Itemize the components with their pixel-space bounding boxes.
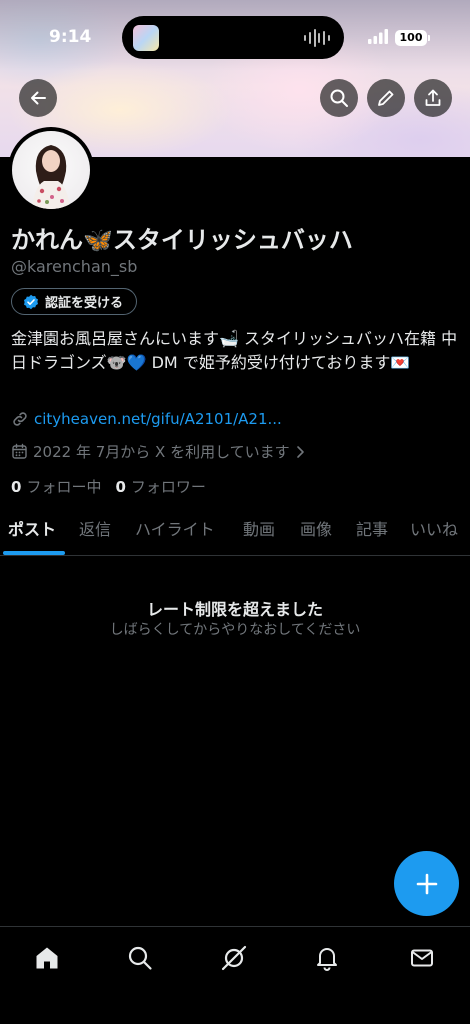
grok-icon — [221, 945, 247, 971]
rate-limit-subtitle: しばらくしてからやりなおしてください — [109, 622, 361, 638]
display-name: かれん🦋スタイリッシュバッハ — [11, 226, 353, 254]
profile-bio: 金津園お風呂屋さんにいます🛁 スタイリッシュバッハ在籍 中日ドラゴンズ🐨💙 DM… — [11, 329, 458, 372]
following-label: フォロー中 — [26, 478, 102, 496]
following-link[interactable]: 0 フォロー中 — [11, 476, 101, 497]
bottom-navigation — [0, 926, 470, 1024]
get-verified-label: 認証を受ける — [45, 296, 124, 311]
status-bar: 9:14 100 — [0, 0, 470, 76]
joined-label: 2022 年 7月から X を利用しています — [33, 443, 290, 461]
status-time: 9:14 — [49, 27, 92, 47]
follow-stats: 0 フォロー中 0 フォロワー — [11, 476, 206, 497]
nav-home[interactable] — [33, 944, 61, 972]
followers-label: フォロワー — [130, 478, 206, 496]
home-icon — [36, 947, 58, 969]
joined-date[interactable]: 2022 年 7月から X を利用しています — [11, 441, 305, 462]
website-link[interactable]: cityheaven.net/gifu/A2101/A21... — [11, 410, 282, 428]
pencil-icon — [378, 90, 394, 106]
bell-icon — [317, 948, 337, 971]
rate-limit-title: レート制限を超えました — [146, 600, 323, 619]
share-icon — [425, 89, 441, 106]
followers-link[interactable]: 0 フォロワー — [115, 476, 205, 497]
tab-media[interactable]: 画像 — [300, 508, 332, 555]
calendar-icon — [12, 443, 27, 459]
search-icon — [128, 946, 152, 970]
website-url[interactable]: cityheaven.net/gifu/A2101/A21... — [34, 410, 282, 428]
dynamic-island — [122, 16, 344, 59]
tab-articles[interactable]: 記事 — [356, 508, 388, 555]
link-icon — [13, 412, 27, 426]
nav-grok[interactable] — [220, 944, 248, 972]
audio-wave-icon — [304, 29, 330, 47]
active-tab-indicator — [3, 551, 65, 555]
get-verified-button[interactable]: 認証を受ける — [11, 288, 138, 315]
mail-icon — [411, 949, 433, 967]
avatar-figure — [32, 145, 70, 209]
avatar-image — [12, 131, 90, 209]
edit-button[interactable] — [367, 79, 405, 117]
tab-videos[interactable]: 動画 — [243, 508, 275, 555]
now-playing-app-icon — [133, 25, 159, 51]
signal-icon — [368, 29, 388, 44]
plus-icon — [416, 873, 437, 894]
tab-replies[interactable]: 返信 — [79, 508, 111, 555]
search-icon — [330, 89, 348, 107]
profile-tabs: ポスト 返信 ハイライト 動画 画像 記事 いいね — [0, 508, 470, 556]
following-count: 0 — [11, 478, 22, 496]
user-handle: @karenchan_sb — [11, 257, 138, 276]
tab-highlights[interactable]: ハイライト — [135, 508, 215, 555]
tab-likes[interactable]: いいね — [410, 508, 458, 555]
search-button[interactable] — [320, 79, 358, 117]
battery-indicator: 100 — [395, 30, 430, 46]
avatar[interactable] — [8, 127, 94, 213]
arrow-left-icon — [31, 91, 46, 105]
compose-button[interactable] — [394, 851, 459, 916]
followers-count: 0 — [115, 478, 126, 496]
nav-search[interactable] — [126, 944, 154, 972]
back-button[interactable] — [19, 79, 57, 117]
chevron-right-icon — [296, 445, 304, 458]
nav-notifications[interactable] — [313, 944, 341, 972]
tab-posts[interactable]: ポスト — [8, 508, 56, 555]
share-button[interactable] — [414, 79, 452, 117]
nav-messages[interactable] — [408, 944, 436, 972]
verified-badge-icon — [24, 294, 38, 309]
